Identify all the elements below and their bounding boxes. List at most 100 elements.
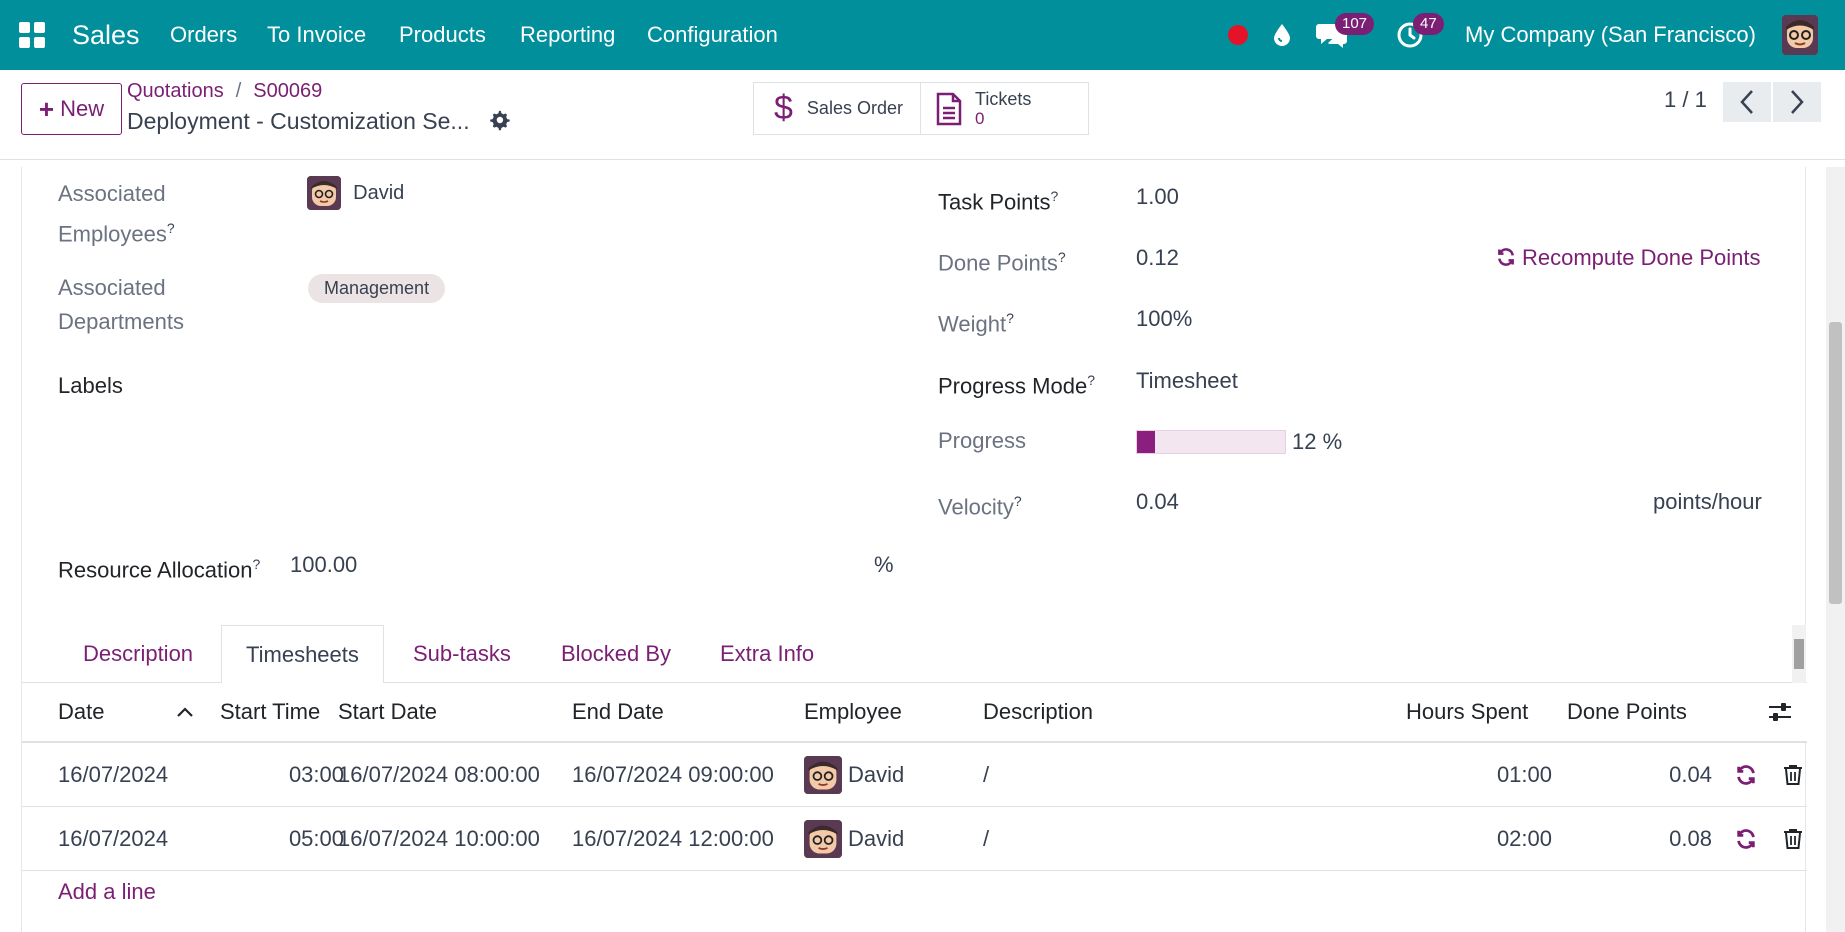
column-start-time[interactable]: Start Time [220,683,320,741]
progress-mode-select[interactable]: Timesheet [1136,364,1238,398]
menu-configuration[interactable]: Configuration [647,0,778,70]
cell-date: 16/07/2024 [58,762,169,787]
pager-next-button[interactable] [1773,82,1821,122]
column-description[interactable]: Description [983,683,1093,741]
department-tag[interactable]: Management [308,274,446,303]
optional-columns-icon[interactable] [1767,683,1793,741]
column-employee[interactable]: Employee [804,683,902,741]
resource-allocation-label: Resource Allocation? [58,556,261,583]
row-delete-icon[interactable] [1783,807,1803,871]
column-hours-spent[interactable]: Hours Spent [1406,683,1528,741]
recompute-done-points-button[interactable]: Recompute Done Points [1496,241,1760,275]
form-sheet: Associated Employees? David Associated D… [21,167,1807,932]
tickets-smart-button[interactable]: Tickets 0 [920,82,1089,135]
column-done-points[interactable]: Done Points [1567,683,1687,741]
cell-description: / [983,826,990,851]
help-icon[interactable]: ? [252,556,260,572]
employee-field[interactable]: David [307,175,404,211]
cell-employee: David [804,807,904,871]
chevron-right-icon [1791,90,1804,114]
notebook-tabs: Description Timesheets Sub-tasks Blocked… [22,625,1807,684]
cell-end-date: 16/07/2024 12:00:00 [572,826,774,851]
done-points-value: 0.12 [1136,245,1179,270]
help-icon[interactable]: ? [167,220,175,236]
sales-order-smart-button[interactable]: $ Sales Order [753,82,921,135]
row-refresh-icon[interactable] [1735,807,1757,871]
cell-hours-spent: 02:00 [1496,826,1552,851]
progress-bar-fill [1137,431,1155,453]
column-date[interactable]: Date [58,683,194,741]
cell-done-points: 0.04 [1669,762,1712,787]
control-panel: + New Quotations / S00069 Deployment - Cus… [0,70,1845,160]
help-icon[interactable]: ? [1014,493,1022,509]
table-row[interactable]: 16/07/2024 03:00 16/07/2024 08:00:00 16/… [22,743,1807,807]
messages-badge: 107 [1335,13,1375,35]
activities-clock-icon[interactable] [1396,0,1424,70]
app-name[interactable]: Sales [72,0,140,70]
cell-employee: David [804,743,904,807]
dollar-icon: $ [774,89,793,127]
progress-mode-label: Progress Mode? [938,372,1095,399]
new-button[interactable]: + New [21,83,122,135]
resource-allocation-input[interactable]: 100.00 [290,548,357,582]
associated-employees-label: Associated Employees? [58,181,175,247]
pager-value[interactable]: 1 / 1 [1664,87,1707,113]
resource-allocation-unit: % [874,552,894,577]
cell-description: / [983,762,990,787]
cell-start-date: 16/07/2024 10:00:00 [338,826,540,851]
pager-previous-button[interactable] [1723,82,1771,122]
top-navbar: Sales Orders To Invoice Products Reporti… [0,0,1845,70]
company-switcher[interactable]: My Company (San Francisco) [1465,0,1756,70]
labels-label: Labels [58,373,123,398]
menu-products[interactable]: Products [399,0,486,70]
menu-orders[interactable]: Orders [170,0,237,70]
velocity-label: Velocity? [938,493,1022,520]
inner-scrollbar-thumb[interactable] [1794,639,1804,669]
page-scrollbar-thumb[interactable] [1829,322,1842,604]
column-end-date[interactable]: End Date [572,683,664,741]
chevron-left-icon [1740,90,1753,114]
menu-reporting[interactable]: Reporting [520,0,615,70]
weight-input[interactable]: 100% [1136,302,1192,336]
cell-start-time: 03:00 [288,762,344,787]
help-icon[interactable]: ? [1006,310,1014,326]
record-dot-icon[interactable] [1227,0,1249,70]
help-icon[interactable]: ? [1058,249,1066,265]
cell-start-date: 16/07/2024 08:00:00 [338,762,540,787]
done-points-label: Done Points? [938,249,1066,276]
breadcrumb-order[interactable]: S00069 [253,80,322,102]
weight-label: Weight? [938,310,1014,337]
help-icon[interactable]: ? [1051,188,1059,204]
document-icon [936,92,962,125]
cell-start-time: 05:00 [288,826,344,851]
tab-description[interactable]: Description [59,625,217,683]
tab-timesheets[interactable]: Timesheets [221,625,384,684]
task-points-input[interactable]: 1.00 [1136,180,1179,214]
plus-icon: + [38,93,55,124]
tab-sub-tasks[interactable]: Sub-tasks [389,625,535,683]
progress-percent-text: 12 % [1292,429,1343,454]
apps-menu-icon[interactable] [18,0,46,70]
row-delete-icon[interactable] [1783,743,1803,807]
gear-icon[interactable] [488,109,510,131]
add-a-line-link[interactable]: Add a line [58,879,156,905]
column-start-date[interactable]: Start Date [338,683,437,741]
inner-scrollbar[interactable] [1792,625,1806,683]
record-title: Deployment - Customization Se... [127,108,510,135]
employee-avatar [804,820,842,858]
help-icon[interactable]: ? [1087,372,1095,388]
cell-end-date: 16/07/2024 09:00:00 [572,762,774,787]
velocity-value: 0.04 [1136,489,1179,514]
row-refresh-icon[interactable] [1735,743,1757,807]
user-avatar[interactable] [1782,0,1818,70]
menu-to-invoice[interactable]: To Invoice [267,0,366,70]
messages-icon[interactable] [1316,0,1348,70]
tab-blocked-by[interactable]: Blocked By [537,625,695,683]
tab-extra-info[interactable]: Extra Info [696,625,838,683]
employee-avatar [804,756,842,794]
breadcrumb-quotations[interactable]: Quotations [127,80,224,102]
drop-icon[interactable] [1272,0,1292,70]
sort-ascending-icon [177,707,194,717]
cell-done-points: 0.08 [1669,826,1712,851]
table-row[interactable]: 16/07/2024 05:00 16/07/2024 10:00:00 16/… [22,807,1807,871]
